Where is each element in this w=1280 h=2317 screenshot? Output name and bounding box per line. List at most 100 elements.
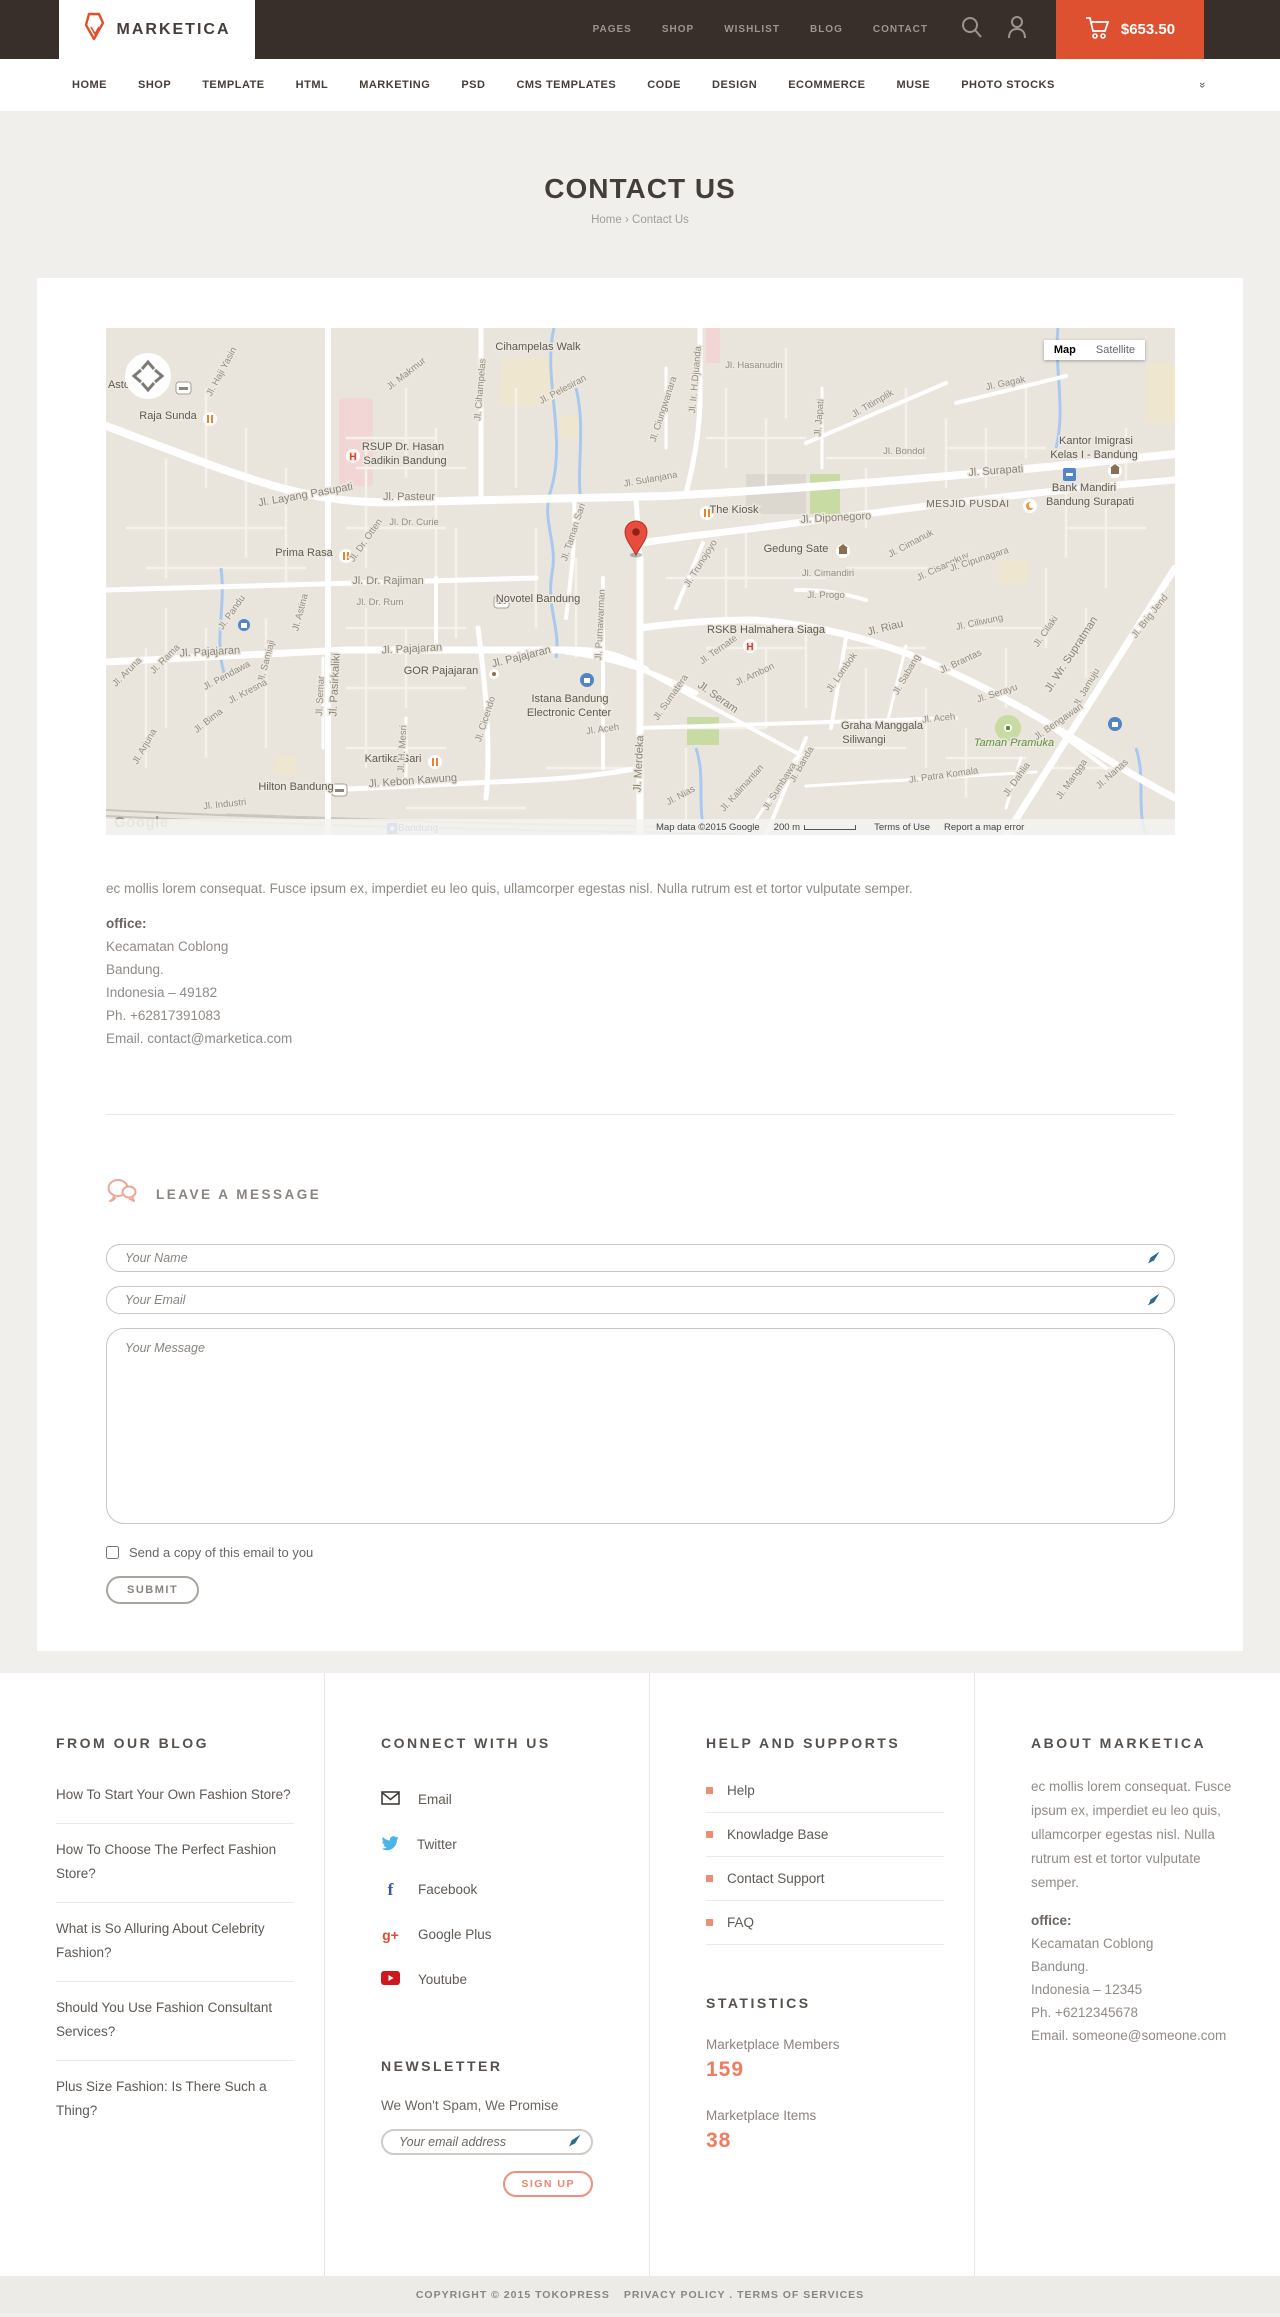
map-label: Jl. Hasanudin — [725, 360, 783, 371]
help-column-title: HELP AND SUPPORTS — [706, 1735, 901, 1751]
address-line: Bandung. — [1031, 1959, 1089, 1974]
map-label: Kantor Imigrasi — [1059, 435, 1133, 447]
email-input[interactable] — [106, 1286, 1175, 1314]
help-link[interactable]: Help — [706, 1769, 944, 1813]
restaurant-icon — [428, 755, 442, 769]
map-type-controls: Map Satellite — [1043, 340, 1145, 360]
footer-help-column: HELP AND SUPPORTS Help Knowladge Base Co… — [650, 1673, 975, 2276]
map-label: RSKB Halmahera Siaga — [707, 624, 826, 636]
header-icons — [960, 0, 1028, 59]
address-line: Bandung. — [106, 962, 164, 977]
restaurant-icon — [203, 412, 217, 426]
social-link-email[interactable]: Email — [381, 1777, 619, 1822]
menu-home[interactable]: HOME — [72, 79, 107, 91]
user-icon[interactable] — [1006, 14, 1028, 45]
terms-link[interactable]: Terms of Use — [874, 822, 930, 833]
museum-icon — [836, 544, 850, 558]
facebook-icon: f — [387, 1879, 394, 1899]
youtube-icon — [381, 1971, 400, 1988]
menu-shop[interactable]: SHOP — [138, 79, 171, 91]
svg-text:H: H — [746, 642, 753, 653]
blog-link[interactable]: What is So Alluring About Celebrity Fash… — [56, 1903, 294, 1982]
page-hero: CONTACT US Home › Contact Us — [0, 111, 1280, 278]
blog-link[interactable]: How To Choose The Perfect Fashion Store? — [56, 1824, 294, 1903]
square-bullet — [706, 1919, 713, 1926]
menu-cms-templates[interactable]: CMS TEMPLATES — [516, 79, 616, 91]
svg-text:H: H — [349, 452, 356, 463]
help-link[interactable]: Knowladge Base — [706, 1813, 944, 1857]
satellite-button[interactable]: Satellite — [1085, 340, 1145, 360]
signup-button[interactable]: SIGN UP — [503, 2171, 593, 2197]
top-nav-shop[interactable]: SHOP — [662, 24, 694, 35]
address-line: Ph. +6212345678 — [1031, 2005, 1138, 2020]
address-line: Email. someone@someone.com — [1031, 2028, 1227, 2043]
office-block: office: Kecamatan Coblong Bandung. Indon… — [106, 912, 1174, 1050]
map-label: The Kiosk — [710, 504, 759, 516]
office-label: office: — [106, 916, 147, 931]
connect-column-title: CONNECT WITH US — [381, 1735, 551, 1751]
footer-links[interactable]: PRIVACY POLICY . TERMS OF SERVICES — [624, 2289, 864, 2301]
social-link-google-plus[interactable]: g+ Google Plus — [381, 1912, 619, 1957]
message-field-wrap — [106, 1328, 1175, 1529]
map-label: RSUP Dr. Hasan — [362, 441, 444, 453]
breadcrumb: Home › Contact Us — [0, 214, 1280, 226]
search-icon[interactable] — [960, 15, 984, 44]
breadcrumb-home[interactable]: Home — [591, 214, 622, 226]
members-label: Marketplace Members — [706, 2037, 840, 2052]
menu-html[interactable]: HTML — [296, 79, 329, 91]
map-label: Jl. Dr. Rajiman — [352, 575, 424, 587]
menu-marketing[interactable]: MARKETING — [359, 79, 430, 91]
submit-button[interactable]: SUBMIT — [106, 1576, 200, 1604]
contact-intro: ec mollis lorem consequat. Fusce ipsum e… — [106, 881, 913, 896]
top-nav-pages[interactable]: PAGES — [593, 24, 632, 35]
menu-design[interactable]: DESIGN — [712, 79, 757, 91]
twitter-icon — [381, 1835, 399, 1854]
top-nav-wishlist[interactable]: WISHLIST — [724, 24, 780, 35]
newsletter-note: We Won't Spam, We Promise — [381, 2098, 559, 2113]
about-text: ec mollis lorem consequat. Fusce ipsum e… — [1031, 1779, 1232, 1890]
menu-photo-stocks[interactable]: PHOTO STOCKS — [961, 79, 1055, 91]
main-menubar: HOME SHOP TEMPLATE HTML MARKETING PSD CM… — [0, 59, 1280, 111]
help-link[interactable]: FAQ — [706, 1901, 944, 1945]
statistics-title: STATISTICS — [706, 1995, 811, 2011]
shopping-icon — [238, 619, 250, 631]
social-link-twitter[interactable]: Twitter — [381, 1822, 619, 1867]
google-map[interactable]: H H Cihampelas Walk Jl. Hasanudin Jl. Haji… — [106, 328, 1175, 835]
menu-template[interactable]: TEMPLATE — [202, 79, 264, 91]
square-bullet — [706, 1831, 713, 1838]
top-header: MARKETICA PAGES SHOP WISHLIST BLOG CONTA… — [0, 0, 1280, 59]
menu-muse[interactable]: MUSE — [896, 79, 930, 91]
page-title: CONTACT US — [544, 173, 736, 204]
cart-button[interactable]: $653.50 — [1056, 0, 1204, 59]
social-link-facebook[interactable]: f Facebook — [381, 1867, 619, 1912]
send-copy-row: Send a copy of this email to you — [106, 1545, 1174, 1560]
map-label: Istana Bandung — [531, 693, 608, 705]
map-label: Jl. Dr. Curie — [389, 517, 439, 528]
map-label: Cihampelas Walk — [495, 341, 581, 353]
about-column-title: ABOUT MARKETICA — [1031, 1735, 1207, 1751]
copyright-text: COPYRIGHT © 2015 TOKOPRESS — [415, 2288, 610, 2301]
logo[interactable]: MARKETICA — [59, 0, 255, 59]
send-copy-checkbox[interactable] — [106, 1546, 119, 1559]
chevron-down-icon[interactable]: » — [1196, 82, 1208, 88]
social-link-youtube[interactable]: Youtube — [381, 1957, 619, 2002]
park-icon — [1004, 724, 1012, 732]
newsletter-email-input[interactable] — [381, 2129, 593, 2155]
breadcrumb-current: Contact Us — [632, 214, 689, 226]
menu-ecommerce[interactable]: ECOMMERCE — [788, 79, 865, 91]
blog-link[interactable]: Should You Use Fashion Consultant Servic… — [56, 1982, 294, 2061]
form-title: LEAVE A MESSAGE — [156, 1186, 322, 1202]
blog-link[interactable]: How To Start Your Own Fashion Store? — [56, 1769, 294, 1824]
top-nav-contact[interactable]: CONTACT — [873, 24, 928, 35]
map-button[interactable]: Map — [1043, 340, 1086, 360]
newsletter-title: NEWSLETTER — [381, 2058, 503, 2074]
report-error-link[interactable]: Report a map error — [944, 822, 1024, 833]
name-input[interactable] — [106, 1244, 1175, 1272]
menu-psd[interactable]: PSD — [461, 79, 485, 91]
message-textarea[interactable] — [106, 1328, 1175, 1524]
help-link[interactable]: Contact Support — [706, 1857, 944, 1901]
map-pan-control[interactable] — [125, 353, 171, 399]
top-nav-blog[interactable]: BLOG — [810, 24, 843, 35]
blog-link[interactable]: Plus Size Fashion: Is There Such a Thing… — [56, 2061, 294, 2139]
menu-code[interactable]: CODE — [647, 79, 681, 91]
